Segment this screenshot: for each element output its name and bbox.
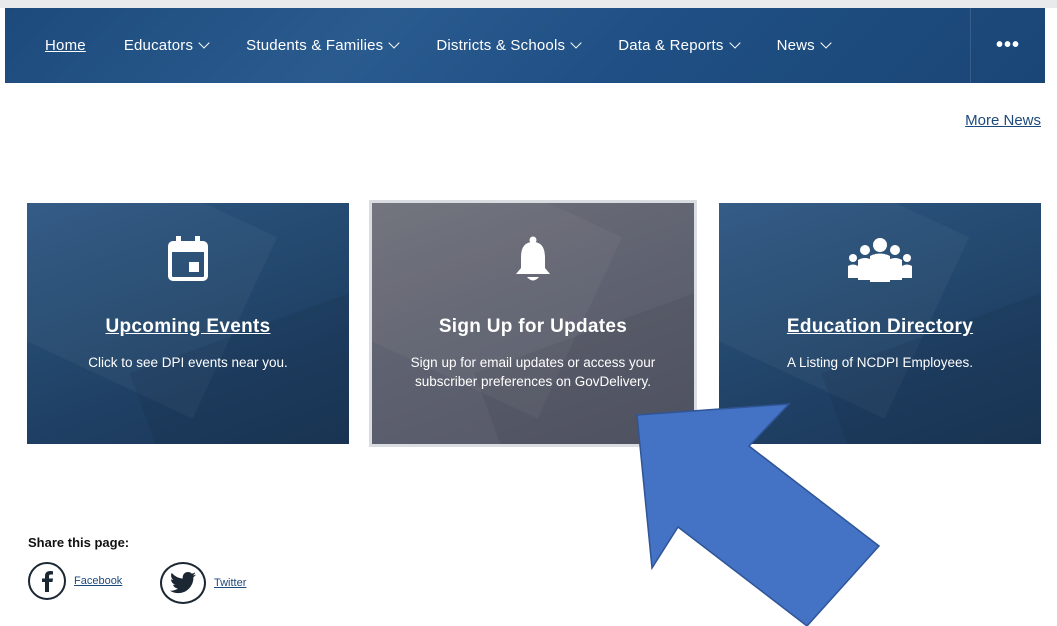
card-description: Click to see DPI events near you. [88,355,288,370]
calendar-icon [27,236,349,282]
card-title: Sign Up for Updates [438,316,628,337]
nav-districts-schools-menu[interactable]: Districts & Schools [436,36,582,54]
card-sign-up-updates[interactable]: Sign Up for Updates Sign up for email up… [372,203,694,444]
nav-edge-divider [1045,8,1046,83]
nav-districts-schools-label: Districts & Schools [436,37,566,54]
nav-home-link[interactable]: Home [45,37,86,54]
nav-data-reports-label: Data & Reports [618,37,724,54]
card-description: A Listing of NCDPI Employees. [786,355,974,370]
share-twitter[interactable]: Twitter [160,562,246,604]
browser-top-strip [0,0,1057,8]
more-news-link[interactable]: More News [965,112,1041,129]
chevron-down-icon [728,36,741,49]
card-title[interactable]: Upcoming Events [27,316,349,338]
facebook-icon[interactable] [28,562,66,600]
nav-students-families-label: Students & Families [246,37,384,54]
people-group-icon [719,236,1041,282]
nav-educators-menu[interactable]: Educators [123,36,210,54]
twitter-link[interactable]: Twitter [214,577,246,589]
share-facebook[interactable]: Facebook [28,562,122,600]
nav-news-label: News [776,37,815,54]
nav-students-families-menu[interactable]: Students & Families [246,36,401,54]
card-description: Sign up for email updates or access your… [410,355,656,389]
share-label: Share this page: [28,535,130,550]
chevron-down-icon [198,36,210,49]
twitter-icon[interactable] [160,562,206,604]
nav-educators-label: Educators [123,37,194,54]
chevron-down-icon [570,36,582,49]
facebook-link[interactable]: Facebook [74,575,122,587]
nav-home-label: Home [45,37,86,54]
main-navigation: Home Educators Students & Families Distr… [5,8,1046,83]
nav-news-menu[interactable]: News [776,36,832,54]
nav-items: Home Educators Students & Families Distr… [45,8,868,83]
card-upcoming-events[interactable]: Upcoming Events Click to see DPI events … [27,203,349,444]
chevron-down-icon [388,36,401,49]
chevron-down-icon [820,36,832,49]
nav-data-reports-menu[interactable]: Data & Reports [618,36,741,54]
bell-icon [372,236,694,282]
card-title[interactable]: Education Directory [719,316,1041,338]
nav-more-button[interactable]: ••• [971,8,1045,83]
more-dots-icon: ••• [995,34,1020,56]
card-education-directory[interactable]: Education Directory A Listing of NCDPI E… [719,203,1041,444]
